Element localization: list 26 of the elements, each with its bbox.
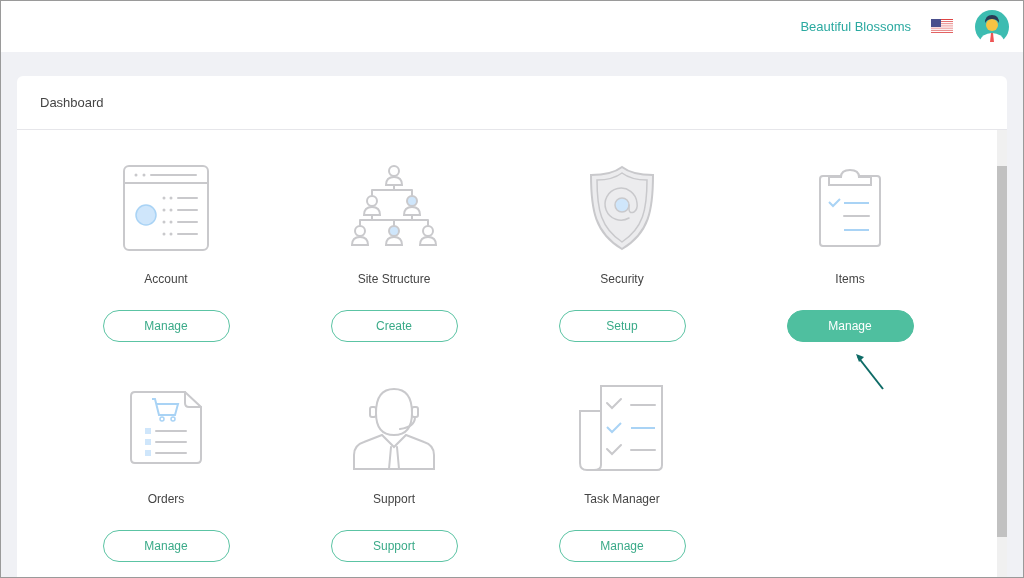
avatar-icon[interactable] <box>975 9 1009 44</box>
tile-action-button[interactable]: Support <box>330 530 458 562</box>
dashboard-window-icon <box>123 165 209 251</box>
headset-agent-icon <box>352 385 436 471</box>
tile-action-button[interactable]: Manage <box>102 310 230 342</box>
tile-action-button[interactable]: Manage <box>786 310 914 342</box>
tile-label: Task Manager <box>584 491 660 507</box>
pointer-arrow <box>855 353 885 391</box>
tile-label: Items <box>835 271 865 287</box>
panel-title: Dashboard <box>40 93 104 112</box>
tile-action-button[interactable]: Create <box>330 310 458 342</box>
tile-label: Support <box>373 491 415 507</box>
order-document-icon <box>130 391 202 465</box>
tile-label: Orders <box>147 491 185 507</box>
tile-action-button[interactable]: Setup <box>558 310 686 342</box>
clipboard-icon <box>819 168 881 248</box>
scrollbar[interactable] <box>997 130 1007 577</box>
tile-label: Security <box>600 271 644 287</box>
brand-link[interactable]: Beautiful Blossoms <box>800 16 911 37</box>
tile-action-button[interactable]: Manage <box>102 530 230 562</box>
flag-icon[interactable] <box>931 19 953 34</box>
tile-label: Site Structure <box>357 271 431 287</box>
checklist-scroll-icon <box>579 385 665 471</box>
tile-label: Account <box>144 271 188 287</box>
tile-action-button[interactable]: Manage <box>558 530 686 562</box>
shield-icon <box>589 165 655 251</box>
